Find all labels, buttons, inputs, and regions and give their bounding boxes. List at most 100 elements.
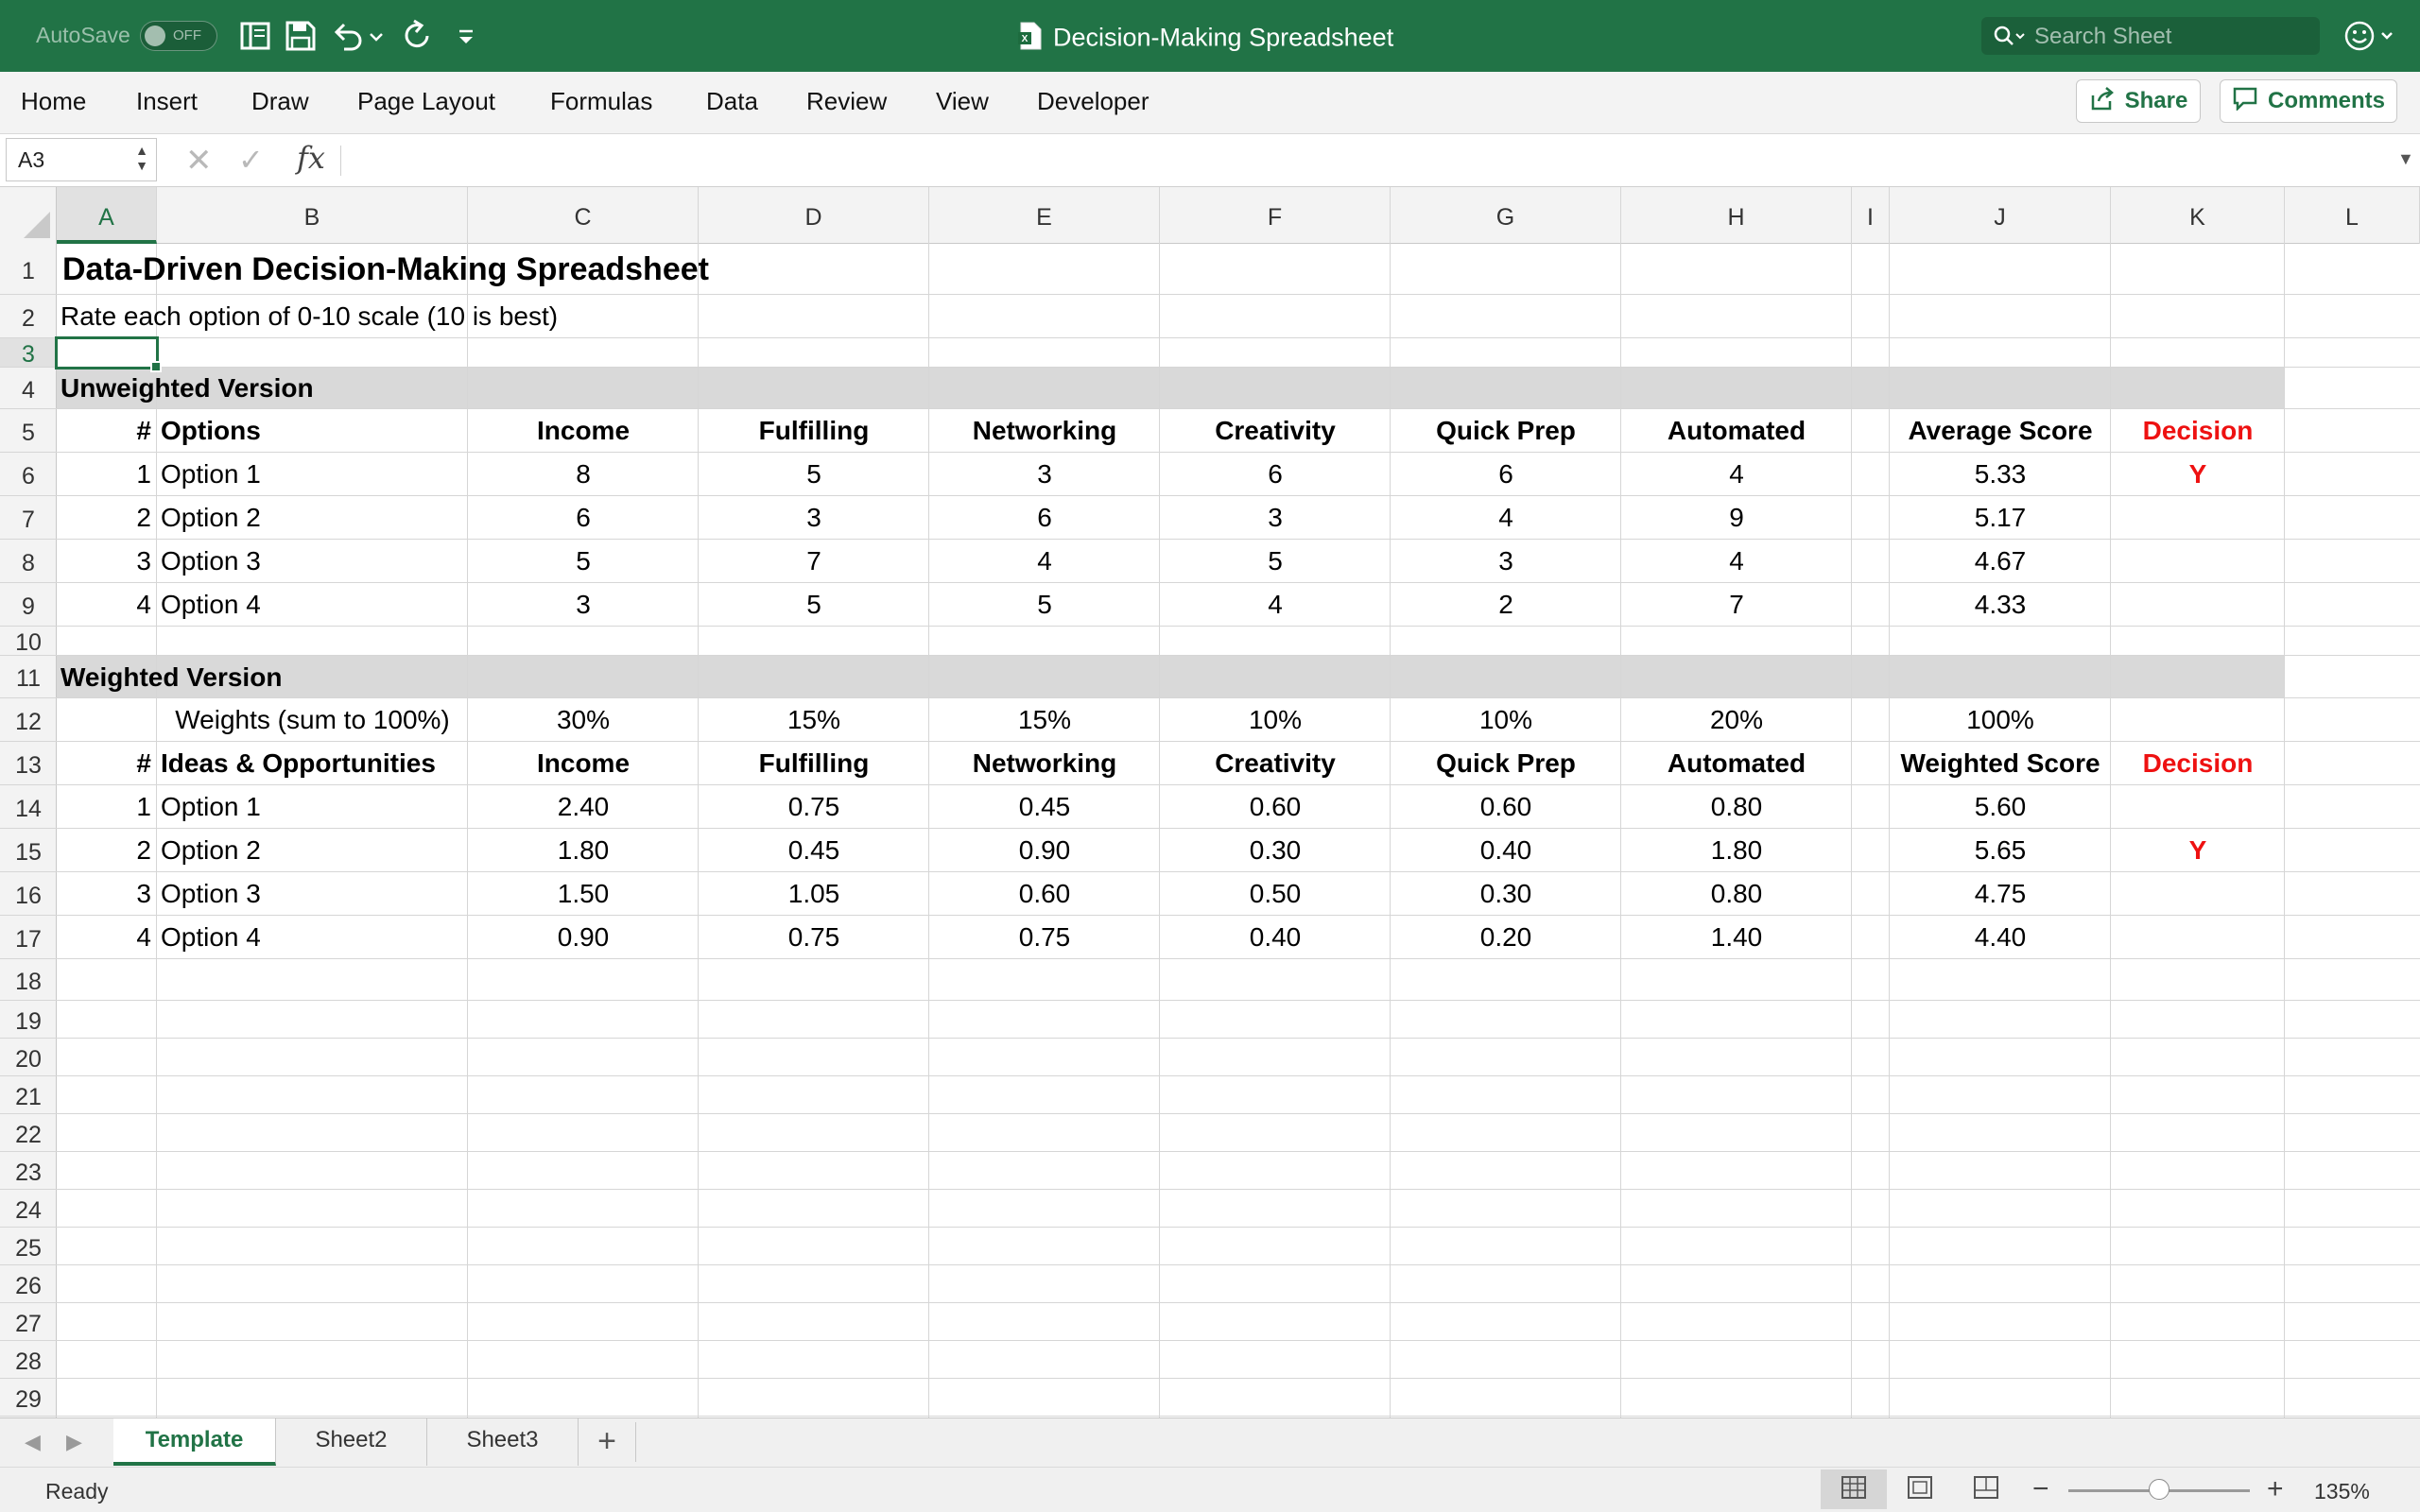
column-header-e[interactable]: E <box>929 187 1160 244</box>
tab-data[interactable]: Data <box>706 87 758 116</box>
feedback-smiley-icon[interactable] <box>2342 17 2399 60</box>
select-all-corner[interactable] <box>0 187 57 244</box>
row-header-8[interactable]: 8 <box>0 540 57 583</box>
row-header-22[interactable]: 22 <box>0 1114 57 1152</box>
weight-automated: 20% <box>1709 705 1764 734</box>
tab-home[interactable]: Home <box>21 87 86 116</box>
row-header-3[interactable]: 3 <box>0 338 57 368</box>
name-box[interactable]: A3 ▲ ▼ <box>6 138 157 181</box>
row-header-27[interactable]: 27 <box>0 1303 57 1341</box>
row-gridline <box>57 1038 2420 1039</box>
row-header-14[interactable]: 14 <box>0 785 57 829</box>
zoom-out-button[interactable]: − <box>2032 1473 2049 1505</box>
fill-handle[interactable] <box>150 361 162 372</box>
insert-function-icon[interactable]: fx <box>297 140 325 176</box>
row-header-18[interactable]: 18 <box>0 959 57 1001</box>
expand-formula-bar-icon[interactable]: ▼ <box>2397 149 2414 169</box>
row-header-29[interactable]: 29 <box>0 1379 57 1417</box>
save-icon[interactable] <box>282 17 320 55</box>
sheet-title: Data-Driven Decision-Making Spreadsheet <box>62 251 709 287</box>
sheet-tab-template[interactable]: Template <box>113 1418 276 1466</box>
row-header-15[interactable]: 15 <box>0 829 57 872</box>
row-header-5[interactable]: 5 <box>0 409 57 453</box>
comments-button[interactable]: Comments <box>2220 79 2397 123</box>
row-header-17[interactable]: 17 <box>0 916 57 959</box>
column-header-i[interactable]: I <box>1852 187 1890 244</box>
sheet-tab-sheet3[interactable]: Sheet3 <box>427 1418 579 1466</box>
row-header-6[interactable]: 6 <box>0 453 57 496</box>
search-input[interactable] <box>2032 17 2310 57</box>
column-header-k[interactable]: K <box>2111 187 2285 244</box>
row-header-9[interactable]: 9 <box>0 583 57 627</box>
row-header-2[interactable]: 2 <box>0 295 57 338</box>
undo-dropdown-icon[interactable] <box>367 17 386 55</box>
row-header-28[interactable]: 28 <box>0 1341 57 1379</box>
page-layout-view-icon <box>1907 1475 1933 1504</box>
cancel-entry-icon[interactable]: ✕ <box>185 142 213 180</box>
share-button[interactable]: Share <box>2076 79 2201 123</box>
document-title-wrap: X Decision-Making Spreadsheet <box>1017 21 1393 58</box>
confirm-entry-icon[interactable]: ✓ <box>238 142 264 178</box>
tab-formulas[interactable]: Formulas <box>550 87 652 116</box>
search-sheet[interactable] <box>1981 17 2320 57</box>
row-header-24[interactable]: 24 <box>0 1190 57 1228</box>
column-header-j[interactable]: J <box>1890 187 2111 244</box>
tab-page-layout[interactable]: Page Layout <box>357 87 495 116</box>
selected-cell-a3[interactable] <box>55 336 162 372</box>
column-header-c[interactable]: C <box>468 187 699 244</box>
tab-draw[interactable]: Draw <box>251 87 309 116</box>
option-name: Option 1 <box>161 792 261 821</box>
header-decision: Decision <box>2142 748 2254 778</box>
header-creativity: Creativity <box>1215 416 1336 445</box>
header-weighted-score: Weighted Score <box>1900 748 2100 778</box>
row-header-21[interactable]: 21 <box>0 1076 57 1114</box>
name-box-spinner-icon[interactable]: ▲ ▼ <box>135 143 148 173</box>
next-sheet-icon[interactable]: ▶ <box>66 1430 82 1454</box>
tab-insert[interactable]: Insert <box>136 87 198 116</box>
formula-input[interactable] <box>352 140 2378 183</box>
column-header-a[interactable]: A <box>57 187 157 244</box>
tab-review[interactable]: Review <box>806 87 887 116</box>
row-header-10[interactable]: 10 <box>0 627 57 656</box>
sidebar-toggle-icon[interactable] <box>236 17 274 55</box>
zoom-slider-knob[interactable] <box>2149 1479 2169 1500</box>
zoom-in-button[interactable]: + <box>2267 1473 2284 1505</box>
cell-area[interactable]: Data-Driven Decision-Making Spreadsheet … <box>55 244 2420 1418</box>
previous-sheet-icon[interactable]: ◀ <box>25 1430 41 1454</box>
row-header-13[interactable]: 13 <box>0 742 57 785</box>
worksheet-grid[interactable]: A B C D E F G H I J K L 1 2 3 4 5 6 7 8 9 10 11 12 1… <box>0 187 2420 1418</box>
row-headers: 1 2 3 4 5 6 7 8 9 10 11 12 13 14 15 16 17 18 19 20 21 22 23 24 2… <box>0 244 57 1418</box>
autosave-toggle[interactable]: OFF <box>140 21 217 51</box>
add-sheet-button[interactable]: + <box>579 1422 636 1462</box>
column-header-g[interactable]: G <box>1391 187 1621 244</box>
tab-developer[interactable]: Developer <box>1037 87 1150 116</box>
customize-toolbar-icon[interactable] <box>452 17 480 55</box>
normal-view-icon <box>1841 1475 1867 1504</box>
row-header-26[interactable]: 26 <box>0 1265 57 1303</box>
column-header-b[interactable]: B <box>157 187 468 244</box>
column-header-h[interactable]: H <box>1621 187 1852 244</box>
column-header-d[interactable]: D <box>699 187 929 244</box>
row-header-11[interactable]: 11 <box>0 656 57 698</box>
row-header-25[interactable]: 25 <box>0 1228 57 1265</box>
column-header-l[interactable]: L <box>2285 187 2420 244</box>
row-header-12[interactable]: 12 <box>0 698 57 742</box>
page-layout-view-button[interactable] <box>1887 1469 1953 1509</box>
row-header-4[interactable]: 4 <box>0 368 57 409</box>
automated-value: 4 <box>1729 546 1744 576</box>
row-gridline <box>57 655 2420 656</box>
sheet-tab-sheet2[interactable]: Sheet2 <box>276 1418 427 1466</box>
row-header-7[interactable]: 7 <box>0 496 57 540</box>
column-header-f[interactable]: F <box>1160 187 1391 244</box>
normal-view-button[interactable] <box>1821 1469 1887 1509</box>
page-break-view-button[interactable] <box>1953 1469 2019 1509</box>
row-header-19[interactable]: 19 <box>0 1001 57 1039</box>
row-header-23[interactable]: 23 <box>0 1152 57 1190</box>
redo-icon[interactable] <box>399 17 437 55</box>
undo-icon[interactable] <box>329 17 367 55</box>
row-gridline <box>57 1000 2420 1001</box>
row-header-16[interactable]: 16 <box>0 872 57 916</box>
row-header-20[interactable]: 20 <box>0 1039 57 1076</box>
row-header-1[interactable]: 1 <box>0 244 57 295</box>
tab-view[interactable]: View <box>936 87 989 116</box>
